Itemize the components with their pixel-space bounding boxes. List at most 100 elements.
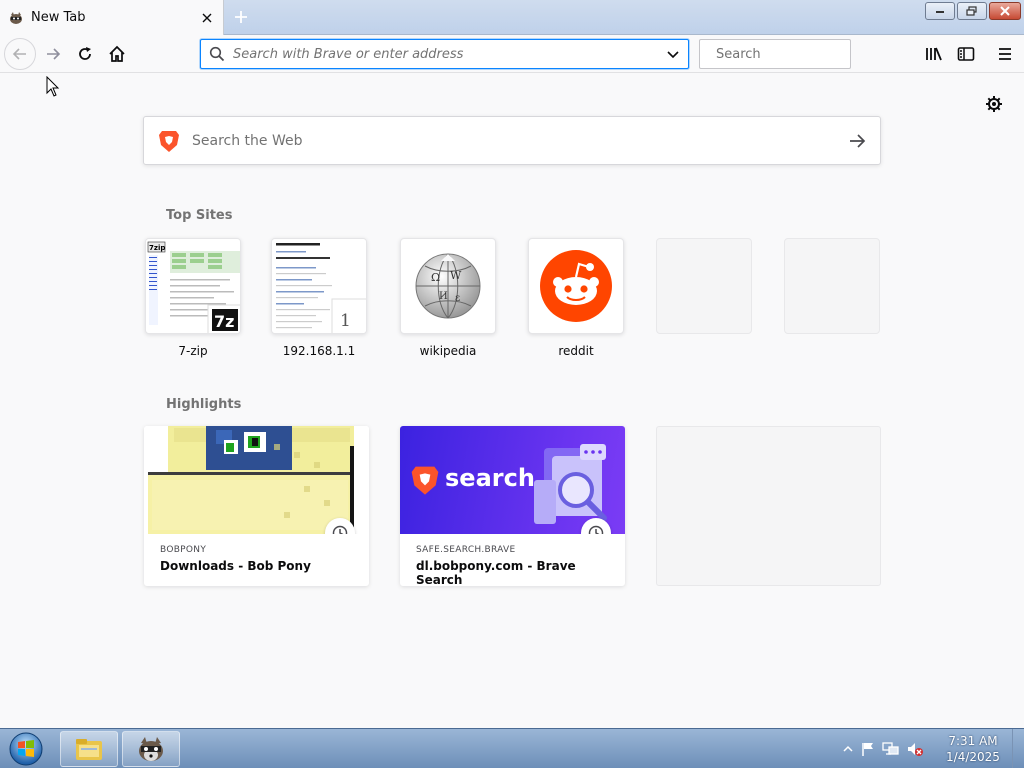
site-label: reddit [558, 344, 594, 358]
plus-icon [235, 11, 247, 23]
web-search-input[interactable] [192, 132, 848, 149]
reload-icon [79, 47, 91, 60]
volume-muted-icon[interactable] [906, 741, 924, 757]
settings-button[interactable] [984, 94, 1004, 114]
highlight-card-bobpony[interactable]: BOBPONY Downloads - Bob Pony [144, 426, 369, 586]
navigation-toolbar [0, 35, 1024, 73]
minimize-button[interactable] [925, 2, 955, 20]
new-tab-button[interactable] [228, 5, 254, 29]
wikipedia-globe-icon: Ω W И ε [415, 253, 481, 319]
minimize-icon [936, 11, 944, 13]
magnifier-illustration [534, 444, 607, 524]
menu-button[interactable] [992, 41, 1018, 67]
web-search-box[interactable] [143, 116, 881, 165]
mouse-cursor-icon [46, 76, 60, 97]
taskbar-clock[interactable]: 7:31 AM 1/4/2025 [940, 733, 1006, 765]
library-icon [926, 47, 942, 61]
highlights-heading: Highlights [166, 397, 242, 412]
show-desktop-button[interactable] [1012, 729, 1024, 768]
svg-text:7z: 7z [214, 312, 234, 331]
site-thumbnail[interactable]: 1 [271, 238, 367, 334]
top-site-7zip[interactable]: 7zip 7z 7-zip [145, 238, 241, 358]
top-site-reddit[interactable]: reddit [528, 238, 624, 358]
site-label: wikipedia [419, 344, 477, 358]
sidebar-icon [957, 47, 975, 61]
card-image [144, 426, 369, 534]
arrow-right-icon[interactable] [848, 133, 866, 149]
close-window-button[interactable] [989, 2, 1021, 20]
card-title: dl.bobpony.com - Brave Search [416, 559, 576, 586]
restore-icon [966, 6, 977, 16]
tab-close-icon[interactable] [199, 10, 215, 26]
close-icon [1000, 6, 1010, 16]
url-input[interactable] [233, 46, 666, 62]
router-page-preview [272, 239, 366, 333]
brave-lion-icon [159, 130, 179, 152]
library-button[interactable] [921, 41, 947, 67]
highlight-empty-slot [656, 426, 881, 586]
tab-strip: New Tab [0, 0, 1024, 35]
reddit-icon [540, 250, 612, 322]
folder-icon [76, 739, 102, 760]
site-label: 192.168.1.1 [282, 344, 356, 358]
home-icon [109, 45, 125, 62]
top-site-wikipedia[interactable]: Ω W И ε wikipedia [400, 238, 496, 358]
site-label: 7-zip [178, 344, 208, 358]
clock-time: 7:31 AM [948, 734, 998, 748]
back-button[interactable] [4, 38, 36, 70]
arrow-left-icon [12, 48, 26, 60]
empty-site-slot[interactable] [656, 238, 752, 334]
search-input[interactable] [716, 46, 886, 62]
sidebar-button[interactable] [953, 41, 979, 67]
chevron-down-icon[interactable] [666, 47, 680, 61]
new-tab-page: Top Sites 7zip 7z 7-zip [0, 74, 1024, 728]
highlight-card-brave-search[interactable]: search SAFE.SEARCH.BRAVE dl.bobpony.com … [400, 426, 625, 586]
tab-title: New Tab [31, 10, 86, 25]
window-controls [925, 2, 1021, 20]
card-source: SAFE.SEARCH.BRAVE [416, 545, 516, 555]
taskbar-explorer-button[interactable] [60, 731, 118, 767]
search-logo-text: search [445, 464, 535, 492]
start-button[interactable] [5, 731, 47, 767]
top-site-empty[interactable] [656, 238, 752, 334]
tab-new-tab[interactable]: New Tab [0, 0, 224, 35]
top-site-router[interactable]: 1 192.168.1.1 [271, 238, 367, 358]
raccoon-icon [10, 11, 22, 24]
arrow-right-icon [47, 48, 61, 60]
top-sites-heading: Top Sites [166, 208, 233, 223]
tray-expand-icon[interactable] [842, 743, 854, 755]
card-source: BOBPONY [160, 545, 207, 555]
site-thumbnail[interactable]: Ω W И ε [400, 238, 496, 334]
svg-text:И: И [439, 291, 448, 302]
search-icon [209, 46, 225, 62]
taskbar-browser-button[interactable] [122, 731, 180, 767]
svg-text:Ω: Ω [431, 271, 440, 284]
restore-button[interactable] [957, 2, 987, 20]
top-site-empty[interactable] [784, 238, 880, 334]
7zip-page-preview: 7zip 7z [146, 239, 240, 333]
brave-lion-icon [411, 466, 439, 495]
gear-icon [986, 96, 1002, 112]
hamburger-menu-icon [999, 48, 1011, 60]
system-tray [842, 729, 924, 768]
svg-text:ε: ε [455, 293, 460, 304]
svg-text:7zip: 7zip [149, 244, 165, 252]
action-center-flag-icon[interactable] [860, 741, 876, 757]
site-thumbnail[interactable] [528, 238, 624, 334]
card-image: search [400, 426, 625, 534]
site-thumbnail[interactable]: 7zip 7z [145, 238, 241, 334]
search-bar[interactable] [699, 39, 886, 69]
card-title: Downloads - Bob Pony [160, 559, 311, 573]
site-badge: 1 [340, 311, 351, 331]
windows-start-icon [9, 732, 43, 766]
forward-button[interactable] [37, 38, 69, 70]
home-button[interactable] [101, 38, 133, 70]
svg-text:W: W [450, 269, 462, 282]
clock-date: 1/4/2025 [946, 750, 1000, 764]
reload-button[interactable] [69, 38, 101, 70]
network-icon[interactable] [882, 741, 900, 757]
empty-site-slot[interactable] [784, 238, 880, 334]
taskbar: 7:31 AM 1/4/2025 [0, 728, 1024, 768]
url-bar[interactable] [200, 39, 689, 69]
raccoon-icon [139, 737, 163, 761]
